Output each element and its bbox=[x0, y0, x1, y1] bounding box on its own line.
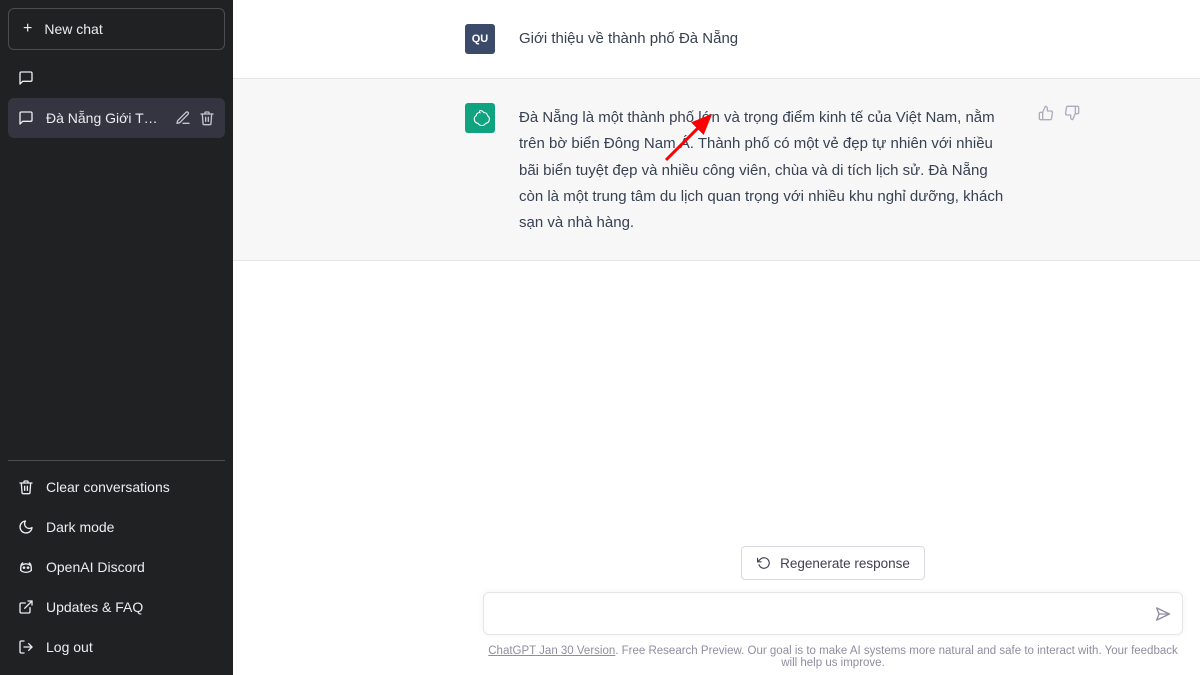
moon-icon bbox=[18, 519, 34, 535]
nav-label: OpenAI Discord bbox=[46, 559, 145, 575]
assistant-message-row: Đà Nẵng là một thành phố lớn và trọng đi… bbox=[233, 78, 1200, 261]
chat-icon bbox=[18, 110, 34, 126]
main-panel: QU Giới thiệu về thành phố Đà Nẵng Đà Nẵ… bbox=[233, 0, 1200, 675]
user-message-text: Giới thiệu về thành phố Đà Nẵng bbox=[519, 24, 1080, 54]
updates-faq-button[interactable]: Updates & FAQ bbox=[8, 587, 225, 627]
nav-label: Clear conversations bbox=[46, 479, 170, 495]
refresh-icon bbox=[756, 555, 772, 571]
edit-icon[interactable] bbox=[175, 110, 191, 126]
discord-icon bbox=[18, 559, 34, 575]
chat-icon bbox=[18, 70, 34, 86]
user-avatar: QU bbox=[465, 24, 495, 54]
prompt-input[interactable] bbox=[498, 605, 1152, 622]
regenerate-button[interactable]: Regenerate response bbox=[741, 546, 925, 580]
version-link[interactable]: ChatGPT Jan 30 Version bbox=[488, 645, 615, 657]
sidebar: + New chat Đà Nẵng Giới Thiệu bbox=[0, 0, 233, 675]
input-area: Regenerate response ChatGPT Jan 30 Versi… bbox=[466, 546, 1200, 675]
chat-history: Đà Nẵng Giới Thiệu bbox=[8, 58, 225, 138]
openai-logo-icon bbox=[470, 108, 490, 128]
external-link-icon bbox=[18, 599, 34, 615]
trash-icon[interactable] bbox=[199, 110, 215, 126]
thumbs-up-icon[interactable] bbox=[1038, 105, 1054, 121]
assistant-avatar bbox=[465, 103, 495, 133]
new-chat-label: New chat bbox=[44, 21, 102, 37]
plus-icon: + bbox=[23, 21, 32, 37]
clear-conversations-button[interactable]: Clear conversations bbox=[8, 467, 225, 507]
regenerate-label: Regenerate response bbox=[780, 556, 910, 571]
footer-text: . Free Research Preview. Our goal is to … bbox=[615, 645, 1178, 669]
nav-label: Log out bbox=[46, 639, 93, 655]
discord-button[interactable]: OpenAI Discord bbox=[8, 547, 225, 587]
dark-mode-button[interactable]: Dark mode bbox=[8, 507, 225, 547]
user-message-row: QU Giới thiệu về thành phố Đà Nẵng bbox=[233, 0, 1200, 78]
logout-icon bbox=[18, 639, 34, 655]
nav-label: Updates & FAQ bbox=[46, 599, 143, 615]
assistant-message-text: Đà Nẵng là một thành phố lớn và trọng đi… bbox=[519, 103, 1014, 236]
footer-note: ChatGPT Jan 30 Version. Free Research Pr… bbox=[466, 645, 1200, 669]
trash-icon bbox=[18, 479, 34, 495]
chat-title: Đà Nẵng Giới Thiệu bbox=[46, 110, 163, 126]
user-avatar-text: QU bbox=[472, 33, 489, 45]
prompt-box[interactable] bbox=[483, 592, 1183, 635]
send-icon[interactable] bbox=[1152, 606, 1168, 622]
sidebar-item-blank[interactable] bbox=[8, 58, 225, 98]
feedback-buttons bbox=[1038, 103, 1080, 236]
sidebar-item-chat[interactable]: Đà Nẵng Giới Thiệu bbox=[8, 98, 225, 138]
sidebar-bottom-nav: Clear conversations Dark mode OpenAI Dis… bbox=[8, 460, 225, 667]
logout-button[interactable]: Log out bbox=[8, 627, 225, 667]
thumbs-down-icon[interactable] bbox=[1064, 105, 1080, 121]
new-chat-button[interactable]: + New chat bbox=[8, 8, 225, 50]
nav-label: Dark mode bbox=[46, 519, 114, 535]
